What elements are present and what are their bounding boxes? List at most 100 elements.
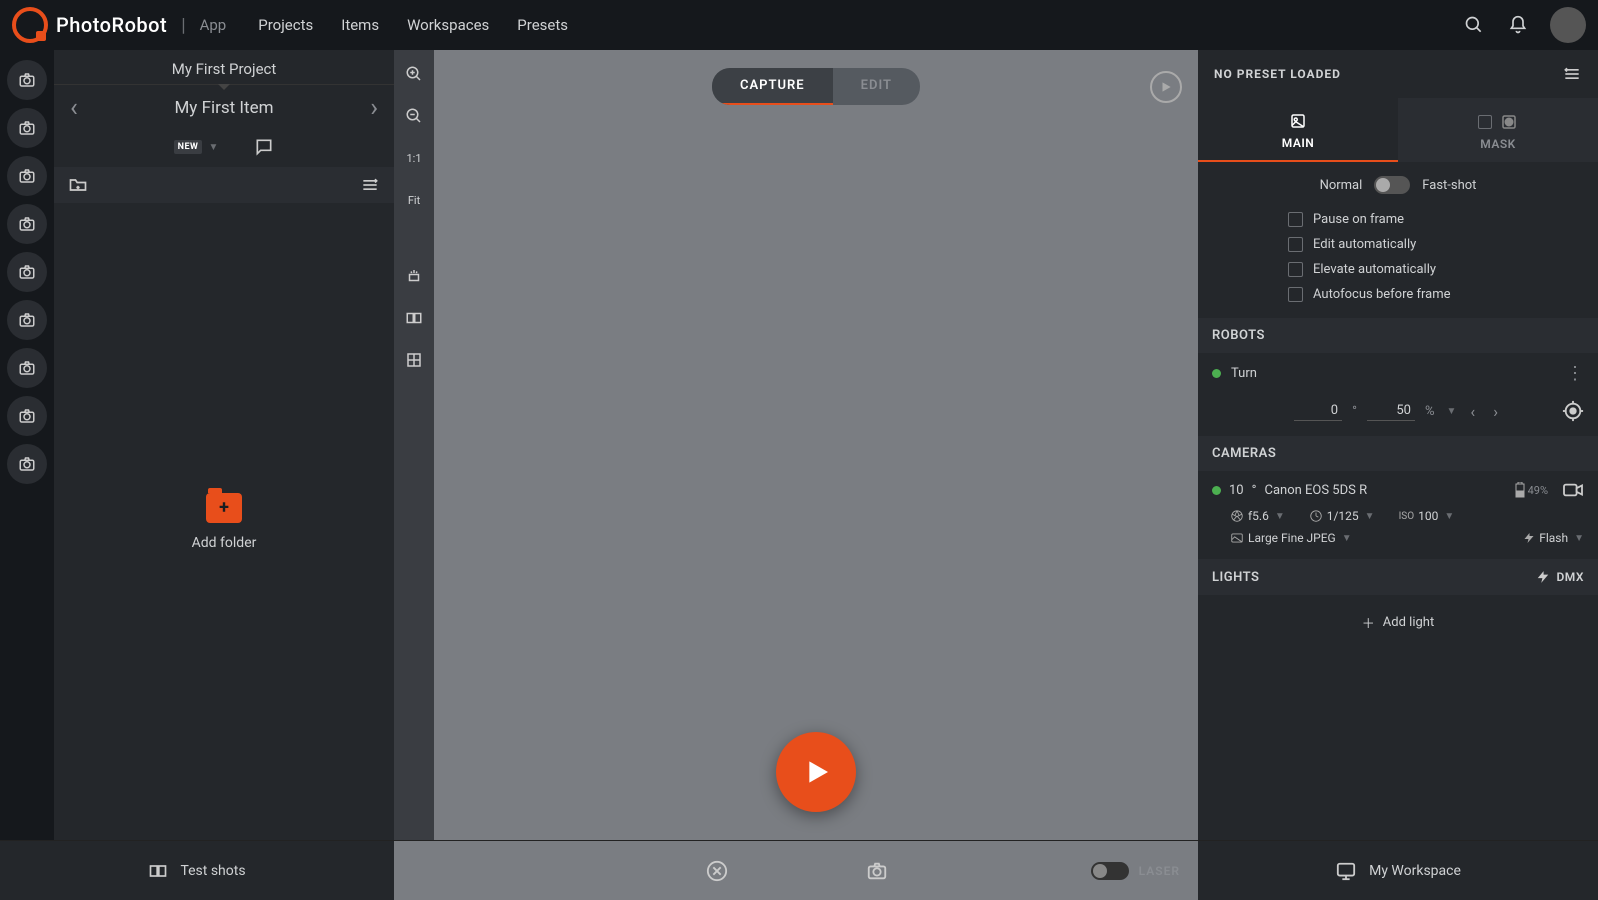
search-icon[interactable]: [1462, 13, 1486, 37]
workspace-button[interactable]: My Workspace: [1369, 863, 1461, 879]
opt-elevate-auto[interactable]: Elevate automatically: [1288, 262, 1598, 277]
aperture-setting[interactable]: f5.6▼: [1230, 509, 1285, 523]
battery-indicator: 49%: [1515, 482, 1548, 498]
zoom-fit-button[interactable]: Fit: [400, 186, 428, 214]
user-avatar[interactable]: [1550, 7, 1586, 43]
folder-menu-icon[interactable]: [360, 175, 380, 195]
tab-mask[interactable]: MASK: [1398, 98, 1598, 162]
zoom-actual-button[interactable]: 1:1: [400, 144, 428, 172]
prev-item-button[interactable]: ‹: [70, 93, 78, 123]
preset-status: NO PRESET LOADED: [1214, 67, 1341, 81]
bottom-center: LASER: [394, 840, 1198, 900]
target-icon[interactable]: [1562, 400, 1584, 422]
camera-title-row: 10°Canon EOS 5DS R 49%: [1198, 471, 1598, 505]
rail-camera-9[interactable]: [7, 444, 47, 484]
rail-camera-6[interactable]: [7, 300, 47, 340]
camera-id: 10: [1229, 483, 1244, 498]
left-panel: My First Project ‹ My First Item › NEW ▼: [54, 50, 394, 840]
opt-edit-auto[interactable]: Edit automatically: [1288, 237, 1598, 252]
rail-camera-8[interactable]: [7, 396, 47, 436]
robot-more-icon[interactable]: ⋮: [1566, 363, 1584, 384]
comments-icon[interactable]: [254, 137, 274, 157]
opt-pause[interactable]: Pause on frame: [1288, 212, 1598, 227]
iso-setting[interactable]: ISO 100▼: [1399, 509, 1455, 523]
right-panel: NO PRESET LOADED MAIN MASK Normal Fast-s…: [1198, 50, 1598, 840]
robot-turn-row: Turn ⋮: [1198, 353, 1598, 394]
test-shots-icon: [148, 862, 168, 880]
nav-workspaces[interactable]: Workspaces: [407, 16, 489, 34]
robot-name: Turn: [1231, 366, 1257, 381]
bottom-left: Test shots: [0, 840, 394, 900]
opt-autofocus[interactable]: Autofocus before frame: [1288, 287, 1598, 302]
add-folder-button[interactable]: +: [206, 493, 242, 523]
rail-camera-5[interactable]: [7, 252, 47, 292]
step-next-button[interactable]: ›: [1489, 402, 1502, 421]
project-breadcrumb[interactable]: My First Project: [54, 50, 394, 85]
rail-camera-1[interactable]: [7, 60, 47, 100]
chevron-down-icon[interactable]: ▼: [1446, 406, 1456, 417]
shot-mode-switch[interactable]: [1374, 176, 1410, 194]
camera-rail: [0, 50, 54, 840]
add-light-button[interactable]: ＋ Add light: [1198, 595, 1598, 650]
capture-tab[interactable]: CAPTURE: [712, 68, 833, 105]
capture-play-button[interactable]: [776, 732, 856, 812]
nav-presets[interactable]: Presets: [517, 16, 568, 34]
brand-separator: |: [181, 15, 185, 36]
angle-input[interactable]: [1294, 401, 1342, 421]
robot-controls: ° % ▼ ‹ ›: [1198, 394, 1598, 436]
step-prev-button[interactable]: ‹: [1466, 402, 1479, 421]
rail-camera-4[interactable]: [7, 204, 47, 244]
preset-menu-icon[interactable]: [1562, 64, 1582, 84]
test-shots-button[interactable]: Test shots: [180, 863, 245, 879]
app-label: App: [200, 16, 227, 34]
rail-camera-3[interactable]: [7, 156, 47, 196]
new-badge: NEW: [174, 140, 203, 154]
edit-tab[interactable]: EDIT: [833, 68, 920, 105]
add-folder-icon[interactable]: [68, 175, 88, 195]
item-status-dropdown[interactable]: NEW ▼: [174, 140, 219, 154]
shutter-setting[interactable]: 1/125▼: [1309, 509, 1375, 523]
rail-camera-2[interactable]: [7, 108, 47, 148]
item-title: My First Item: [174, 98, 273, 118]
camera-separator: °: [1252, 483, 1257, 498]
capture-options: Pause on frame Edit automatically Elevat…: [1198, 208, 1598, 318]
single-shot-button[interactable]: [866, 860, 888, 882]
logo-icon: [12, 7, 48, 43]
mode-toggle: CAPTURE EDIT: [712, 68, 920, 105]
plus-icon: ＋: [1362, 613, 1375, 632]
laser-switch[interactable]: [1091, 862, 1129, 880]
brand-name: PhotoRobot: [56, 13, 167, 37]
chevron-down-icon: ▼: [208, 142, 218, 153]
fast-shot-label: Fast-shot: [1422, 178, 1476, 193]
cancel-button[interactable]: [706, 860, 728, 882]
dmx-label[interactable]: DMX: [1556, 570, 1584, 584]
notifications-icon[interactable]: [1506, 13, 1530, 37]
canvas-area: CAPTURE EDIT: [434, 50, 1198, 840]
grid-icon[interactable]: [400, 346, 428, 374]
cameras-header: CAMERAS: [1198, 436, 1598, 471]
flash-setting[interactable]: Flash▼: [1523, 531, 1584, 545]
nav-links: Projects Items Workspaces Presets: [258, 16, 568, 34]
compare-icon[interactable]: [400, 304, 428, 332]
quality-setting[interactable]: Large Fine JPEG▼: [1230, 531, 1352, 545]
brand-logo: PhotoRobot: [12, 7, 167, 43]
tab-main[interactable]: MAIN: [1198, 98, 1398, 162]
mask-checkbox: [1478, 115, 1492, 129]
preview-play-button[interactable]: [1150, 71, 1182, 103]
live-view-icon[interactable]: [1562, 481, 1584, 499]
nav-right: [1462, 7, 1586, 43]
tab-main-label: MAIN: [1282, 136, 1315, 150]
camera-block: 10°Canon EOS 5DS R 49% f5.6▼ 1/125▼: [1198, 471, 1598, 559]
bottom-right: My Workspace: [1198, 840, 1598, 900]
nav-projects[interactable]: Projects: [258, 16, 313, 34]
nav-items[interactable]: Items: [341, 16, 379, 34]
rail-camera-7[interactable]: [7, 348, 47, 388]
zoom-out-icon[interactable]: [400, 102, 428, 130]
speed-input[interactable]: [1367, 401, 1415, 421]
canvas-top-bar: CAPTURE EDIT: [434, 50, 1198, 123]
exposure-icon[interactable]: [400, 262, 428, 290]
item-tools: NEW ▼: [54, 131, 394, 167]
next-item-button[interactable]: ›: [370, 93, 378, 123]
shot-mode-row: Normal Fast-shot: [1198, 162, 1598, 208]
zoom-in-icon[interactable]: [400, 60, 428, 88]
